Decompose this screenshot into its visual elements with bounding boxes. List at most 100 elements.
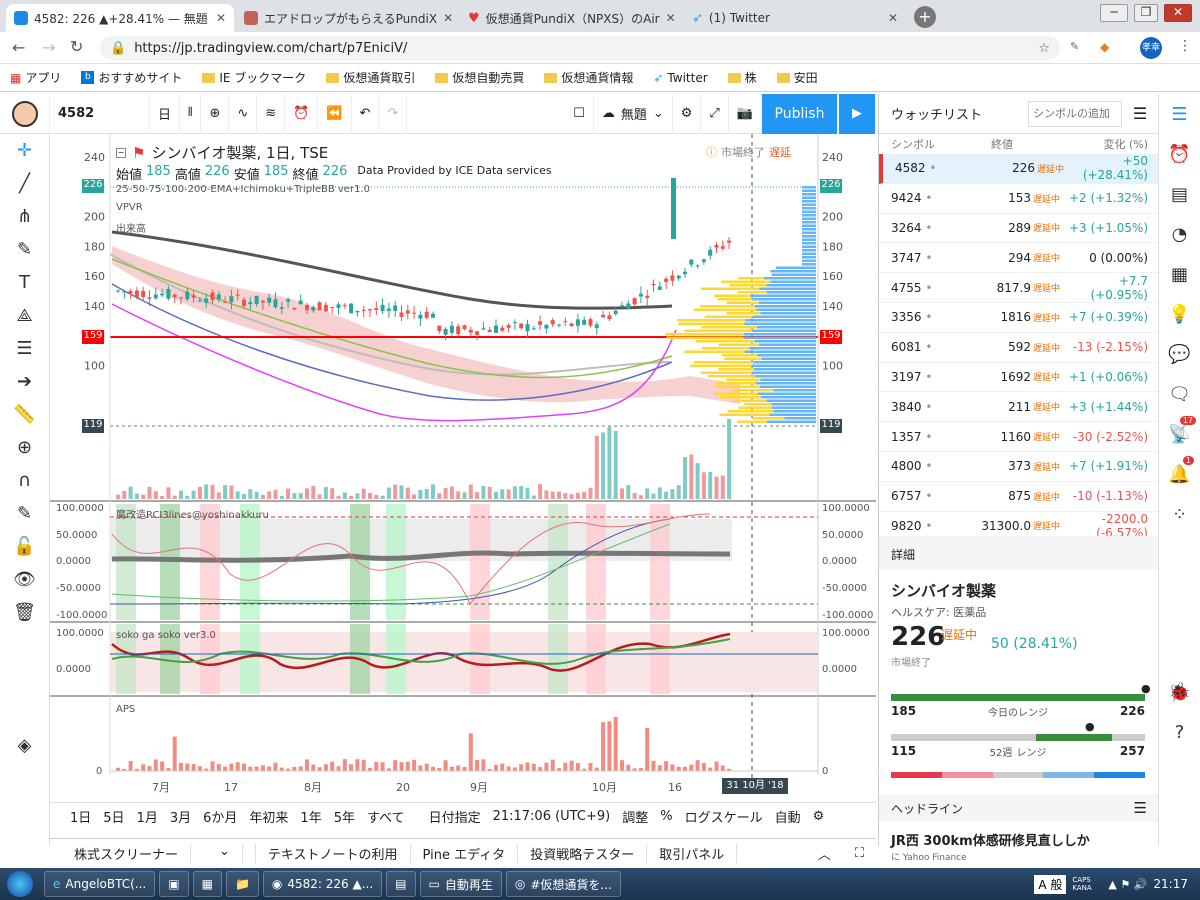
- panel-screener[interactable]: 株式スクリーナー ⌄: [50, 844, 256, 863]
- watchlist-row[interactable]: 6081 • 592 遅延中 -13 (-2.15%): [879, 333, 1158, 363]
- chart-area[interactable]: 2402402202202002001801801601601401401201…: [50, 134, 876, 802]
- start-button[interactable]: [0, 868, 40, 900]
- goto-date-button[interactable]: 日付指定: [429, 807, 481, 826]
- watchlist-row[interactable]: 4755 • 817.9 遅延中 +7.7 (+0.95%): [879, 273, 1158, 303]
- tray-icons[interactable]: ▲ ⚑ 🔊: [1108, 878, 1147, 891]
- range-1m[interactable]: 1月: [137, 807, 158, 826]
- watchlist-row[interactable]: 3356 • 1816 遅延中 +7 (+0.39%): [879, 303, 1158, 333]
- range-5d[interactable]: 5日: [103, 807, 124, 826]
- templates-icon[interactable]: ≋: [257, 93, 286, 134]
- taskbar-item-folder[interactable]: 📁: [225, 871, 259, 897]
- indicator-legend-vpvr[interactable]: VPVR: [116, 202, 143, 213]
- publish-button[interactable]: Publish: [762, 93, 838, 134]
- details-header[interactable]: 詳細: [879, 536, 1159, 570]
- eye-icon[interactable]: 👁: [0, 563, 49, 596]
- close-window-button[interactable]: ✕: [1164, 4, 1192, 22]
- chart-canvas[interactable]: 2402402202202002001801801601601401401201…: [50, 134, 876, 802]
- broadcast-icon[interactable]: 📡 17: [1159, 414, 1200, 454]
- tab-tradingview[interactable]: 4582: 226 ▲+28.41% — 無題 ✕: [6, 4, 234, 32]
- settings-gear-icon[interactable]: ⚙: [813, 809, 825, 824]
- pitchfork-icon[interactable]: ⋔: [0, 200, 49, 233]
- watchlist-row[interactable]: 3840 • 211 遅延中 +3 (+1.44%): [879, 392, 1158, 423]
- range-1y[interactable]: 1年: [300, 807, 321, 826]
- bookmark-stocks[interactable]: 株: [727, 69, 757, 86]
- add-symbol-input[interactable]: [1028, 100, 1122, 127]
- indicator-legend-volume[interactable]: 出来高: [116, 220, 146, 235]
- collapse-icon[interactable]: −: [116, 147, 126, 158]
- bookmark-recommended[interactable]: b おすすめサイト: [81, 69, 182, 86]
- pattern-icon[interactable]: ⟁: [0, 299, 49, 332]
- brush-icon[interactable]: ✎: [0, 233, 49, 266]
- header-last[interactable]: 終値: [991, 136, 1071, 152]
- bookmark-crypto-info[interactable]: 仮想通貨情報: [544, 69, 633, 86]
- list-menu-icon[interactable]: ☰: [1134, 799, 1147, 817]
- help-icon[interactable]: ?: [1159, 712, 1200, 752]
- range-1d[interactable]: 1日: [70, 807, 91, 826]
- tab-twitter[interactable]: ➶ (1) Twitter ✕: [684, 4, 906, 32]
- calendar-icon[interactable]: ▦: [1159, 254, 1200, 294]
- data-window-icon[interactable]: ▤: [1159, 174, 1200, 214]
- auto-button[interactable]: 自動: [775, 807, 801, 826]
- indicator-legend-ema[interactable]: 25-50-75-100-200-EMA+Ichimoku+TripleBB v…: [116, 184, 370, 195]
- taskbar-item-autoplay[interactable]: ▭ 自動再生: [419, 871, 502, 897]
- watchlist-row[interactable]: 9424 • 153 遅延中 +2 (+1.32%): [879, 184, 1158, 214]
- range-5y[interactable]: 5年: [334, 807, 355, 826]
- close-icon[interactable]: ✕: [888, 11, 898, 25]
- text-tool-icon[interactable]: T: [0, 266, 49, 299]
- candle-style-icon[interactable]: 𝍪: [180, 93, 202, 134]
- aps-legend[interactable]: APS: [116, 704, 135, 715]
- maximize-panel-icon[interactable]: ⛶: [843, 846, 876, 861]
- soko-legend[interactable]: soko ga soko ver3.0: [116, 630, 216, 641]
- ruler-icon[interactable]: 📏: [0, 398, 49, 431]
- range-ytd[interactable]: 年初来: [249, 807, 288, 826]
- header-change[interactable]: 変化 (%): [1071, 136, 1158, 152]
- forward-arrow-icon[interactable]: →: [42, 38, 55, 57]
- symbol-search[interactable]: 4582: [50, 93, 150, 134]
- panel-strategy-tester[interactable]: 投資戦略テスター: [518, 844, 648, 863]
- ime-indicator[interactable]: A 般: [1034, 874, 1067, 894]
- panel-trading[interactable]: 取引パネル: [647, 844, 738, 863]
- close-icon[interactable]: ✕: [443, 11, 453, 25]
- menu-dots-icon[interactable]: ⋮: [1178, 38, 1192, 54]
- undo-icon[interactable]: ↶: [352, 93, 380, 134]
- hotlist-icon[interactable]: ◔: [1159, 214, 1200, 254]
- back-arrow-icon[interactable]: ←: [12, 38, 25, 57]
- watchlist-title[interactable]: ウォッチリスト: [891, 104, 982, 123]
- watchlist-row[interactable]: 4582 • 226 遅延中 +50 (+28.41%): [879, 154, 1158, 184]
- redo-icon[interactable]: ↷: [379, 93, 408, 134]
- list-menu-icon[interactable]: ☰: [1122, 104, 1158, 123]
- interval-button[interactable]: 日: [150, 93, 181, 134]
- expand-icon[interactable]: ⤢: [701, 93, 729, 134]
- watchlist-row[interactable]: 3264 • 289 遅延中 +3 (+1.05%): [879, 214, 1158, 244]
- settings-gear-icon[interactable]: ⚙: [673, 93, 702, 134]
- star-icon[interactable]: ☆: [1038, 41, 1050, 56]
- layout-menu[interactable]: ☁ 無題 ⌄: [594, 93, 673, 134]
- replay-icon[interactable]: ⏪: [318, 93, 352, 134]
- bookmark-yasuda[interactable]: 安田: [776, 69, 818, 86]
- minimize-button[interactable]: ─: [1100, 4, 1128, 22]
- watchlist-row[interactable]: 4800 • 373 遅延中 +7 (+1.91%): [879, 452, 1158, 482]
- watchlist-icon[interactable]: ☰: [1159, 94, 1200, 134]
- compare-plus-icon[interactable]: ⊕: [201, 93, 230, 134]
- bookmark-apps[interactable]: ▦ アプリ: [10, 69, 61, 86]
- taskbar-item-ie[interactable]: e AngeloBTC(...: [44, 871, 156, 897]
- metamask-fox-icon[interactable]: ◆: [1100, 40, 1109, 54]
- bell-icon[interactable]: 🔔 1: [1159, 454, 1200, 494]
- chat-icon[interactable]: 🗨: [1159, 374, 1200, 414]
- fullscreen-box-icon[interactable]: ☐: [565, 93, 594, 134]
- address-bar[interactable]: 🔒 https://jp.tradingview.com/chart/p7Eni…: [100, 36, 1060, 60]
- lock-drawing-icon[interactable]: ✎: [0, 497, 49, 530]
- dots-grid-icon[interactable]: ⁘: [1159, 494, 1200, 534]
- arrow-right-icon[interactable]: ➔: [0, 365, 49, 398]
- ideas-lightbulb-icon[interactable]: 💡: [1159, 294, 1200, 334]
- extension-icon[interactable]: ✎: [1070, 40, 1079, 53]
- reload-icon[interactable]: ↻: [70, 37, 83, 56]
- range-6m[interactable]: 6か月: [203, 807, 237, 826]
- watchlist-row[interactable]: 1357 • 1160 遅延中 -30 (-2.52%): [879, 422, 1158, 452]
- trend-line-icon[interactable]: ╱: [0, 167, 49, 200]
- taskbar-item-discord[interactable]: ◎ #仮想通貨を...: [505, 871, 621, 897]
- alert-clock-icon[interactable]: ⏰: [285, 93, 319, 134]
- taskbar-item-calc[interactable]: ▤: [386, 871, 416, 897]
- headline-title[interactable]: JR西 300km体感研修見直ししか: [891, 830, 1090, 849]
- chevron-up-icon[interactable]: ︿: [806, 844, 843, 863]
